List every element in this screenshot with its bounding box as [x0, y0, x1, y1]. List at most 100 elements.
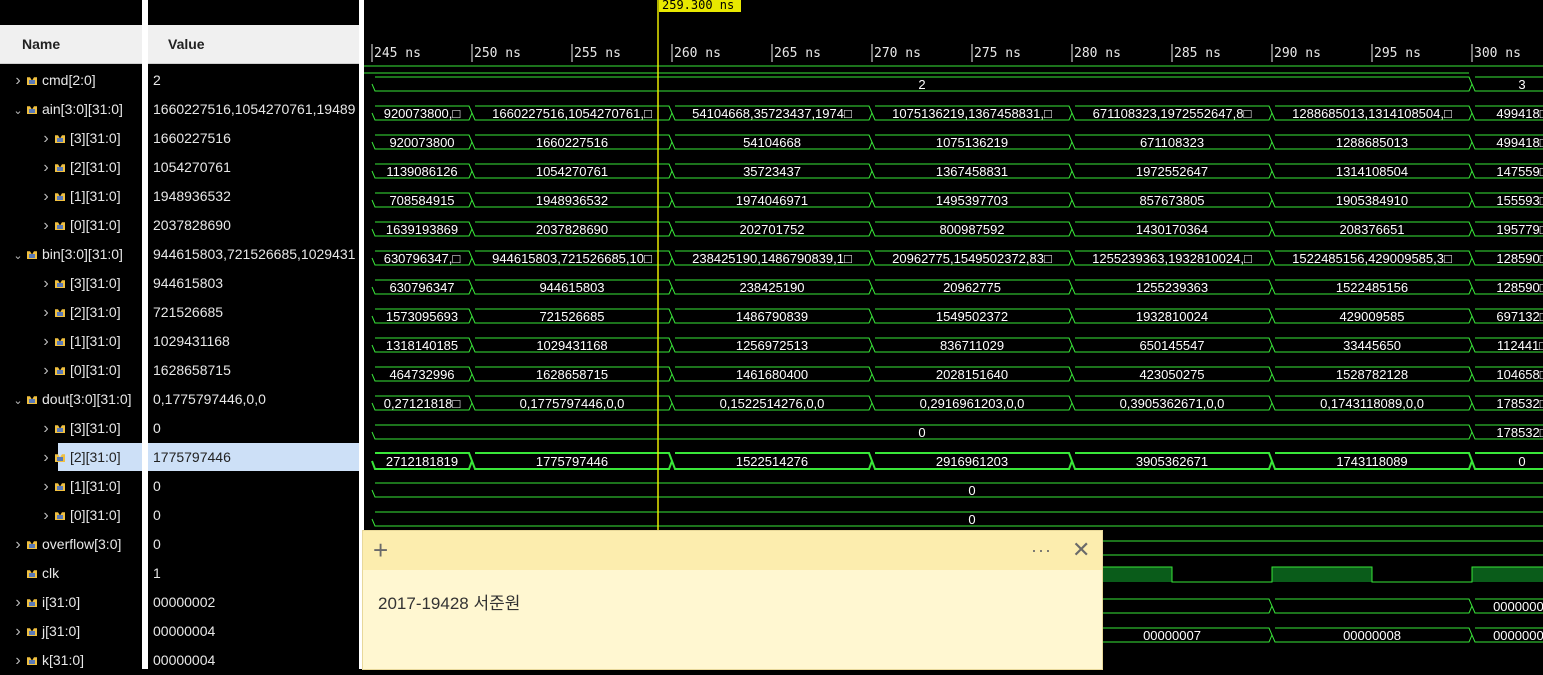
more-options-icon[interactable]: ···	[1031, 536, 1052, 564]
signal-name: [1][31:0]	[70, 333, 121, 349]
bus-value-label: 0,2916961203,0,0	[920, 396, 1025, 411]
signal-value: 2037828690	[153, 217, 231, 233]
chevron-right-icon[interactable]: ›	[12, 588, 24, 617]
signal-name-row[interactable]: › [2][31:0]	[40, 443, 121, 472]
signal-name-row[interactable]: › [1][31:0]	[40, 327, 121, 356]
bus-value-label: 0,27121818□	[384, 396, 461, 411]
signal-name-row[interactable]: › cmd[2:0]	[12, 66, 95, 95]
chevron-right-icon[interactable]: ›	[40, 472, 52, 501]
signal-name-row[interactable]: ⌄ bin[3:0][31:0]	[12, 240, 123, 269]
bus-value-label: 1522485156,429009585,3□	[1292, 251, 1452, 266]
signal-name: [2][31:0]	[70, 449, 121, 465]
signal-name-row[interactable]: ⌄ dout[3:0][31:0]	[12, 385, 131, 416]
bus-value-label: 1660227516,1054270761,□	[492, 106, 652, 121]
bus-value-label: 20962775	[943, 280, 1001, 295]
signal-value: 1948936532	[153, 188, 231, 204]
signal-name-row[interactable]: ⌄ ain[3:0][31:0]	[12, 95, 123, 124]
bus-segment[interactable]	[1471, 452, 1543, 470]
sticky-note[interactable]: + ··· ✕ 2017-19428 서준원	[363, 531, 1102, 669]
bus-segment[interactable]	[1071, 598, 1273, 614]
chevron-right-icon[interactable]: ›	[40, 501, 52, 530]
signal-name-row[interactable]: › [1][31:0]	[40, 472, 120, 501]
bus-value-label: 1948936532	[536, 193, 608, 208]
sticky-note-titlebar[interactable]: + ··· ✕	[363, 531, 1102, 570]
chevron-right-icon[interactable]: ›	[40, 153, 52, 182]
bus-value-label: 00000008	[1343, 628, 1401, 643]
time-tick-label: 295 ns	[1374, 46, 1421, 61]
signal-name-row[interactable]: › i[31:0]	[12, 588, 80, 617]
chevron-right-icon[interactable]: ›	[12, 617, 24, 646]
signal-name-row[interactable]: clk	[12, 559, 59, 588]
name-column-header[interactable]: Name	[0, 25, 142, 64]
bus-segment[interactable]	[1271, 598, 1473, 614]
signal-name: [0][31:0]	[70, 362, 121, 378]
chevron-right-icon[interactable]: ›	[12, 530, 24, 559]
bus-segment[interactable]	[1471, 76, 1543, 92]
signal-name-row[interactable]: › [0][31:0]	[40, 211, 121, 240]
bus-value-label: 0	[968, 483, 975, 498]
bus-signal-icon	[54, 453, 66, 463]
signal-name-row[interactable]: › k[31:0]	[12, 646, 84, 675]
chevron-right-icon[interactable]: ›	[40, 443, 52, 472]
bus-value-label: 1660227516	[536, 135, 608, 150]
chevron-right-icon[interactable]: ›	[40, 298, 52, 327]
chevron-right-icon[interactable]: ›	[40, 211, 52, 240]
bus-value-label: 1775797446	[536, 454, 608, 469]
signal-value: 944615803,721526685,1029431	[153, 246, 356, 262]
chevron-down-icon[interactable]: ⌄	[12, 387, 24, 416]
signal-name-row[interactable]: › [1][31:0]	[40, 182, 121, 211]
add-note-icon[interactable]: +	[373, 535, 388, 565]
signal-name: bin[3:0][31:0]	[42, 246, 123, 262]
bus-segment[interactable]	[371, 482, 1543, 498]
bus-signal-icon	[26, 250, 38, 260]
value-column-header[interactable]: Value	[148, 25, 359, 64]
signal-value: 1660227516	[153, 130, 231, 146]
sticky-note-text[interactable]: 2017-19428 서준원	[378, 589, 520, 614]
signal-name-row[interactable]: › [0][31:0]	[40, 501, 120, 530]
chevron-right-icon[interactable]: ›	[40, 124, 52, 153]
signal-name: [0][31:0]	[70, 217, 121, 233]
signal-name-row[interactable]: › overflow[3:0]	[12, 530, 121, 559]
chevron-right-icon[interactable]: ›	[40, 414, 52, 443]
signal-name-row[interactable]: › [2][31:0]	[40, 153, 120, 182]
bus-value-label: 1905384910	[1336, 193, 1408, 208]
signal-name-row[interactable]: › [2][31:0]	[40, 298, 120, 327]
chevron-down-icon[interactable]: ⌄	[12, 242, 24, 271]
signal-name: ain[3:0][31:0]	[42, 101, 123, 117]
signal-name-row[interactable]: › [0][31:0]	[40, 356, 121, 385]
signal-name-row[interactable]: › j[31:0]	[12, 617, 80, 646]
signal-name: i[31:0]	[42, 594, 81, 610]
signal-name: [1][31:0]	[70, 188, 121, 204]
signal-name-row[interactable]: › [3][31:0]	[40, 124, 120, 153]
signal-value: 1628658715	[153, 362, 231, 378]
signal-name: k[31:0]	[42, 652, 85, 668]
bus-signal-icon	[54, 337, 66, 347]
bus-value-label: 800987592	[939, 222, 1004, 237]
bus-value-label: 944615803,721526685,10□	[492, 251, 652, 266]
bus-signal-icon	[54, 279, 66, 289]
chevron-right-icon[interactable]: ›	[40, 327, 52, 356]
chevron-right-icon[interactable]: ›	[12, 66, 24, 95]
bus-segment[interactable]	[371, 511, 1543, 527]
close-icon[interactable]: ✕	[1072, 537, 1090, 563]
chevron-right-icon[interactable]: ›	[12, 646, 24, 675]
signal-value: 0	[153, 420, 161, 436]
bus-value-label: 1075136219	[936, 135, 1008, 150]
signal-name-row[interactable]: › [3][31:0]	[40, 414, 120, 443]
bus-value-label: 1743118089	[1336, 454, 1407, 469]
chevron-right-icon[interactable]: ›	[40, 182, 52, 211]
bus-value-label: 1549502372	[936, 309, 1008, 324]
chevron-down-icon[interactable]: ⌄	[12, 97, 24, 126]
time-tick-label: 285 ns	[1174, 46, 1221, 61]
bus-value-label: 0,3905362671,0,0	[1120, 396, 1225, 411]
signal-value: 1775797446	[153, 449, 231, 465]
signal-value: 1029431168	[153, 333, 230, 349]
time-tick-label: 260 ns	[674, 46, 721, 61]
bus-value-label: 1974046971	[736, 193, 808, 208]
bus-value-label: 671108323	[1140, 135, 1204, 150]
chevron-right-icon[interactable]: ›	[40, 356, 52, 385]
signal-value: 0	[153, 507, 161, 523]
chevron-right-icon[interactable]: ›	[40, 269, 52, 298]
signal-value: 1	[153, 565, 161, 581]
signal-name-row[interactable]: › [3][31:0]	[40, 269, 120, 298]
